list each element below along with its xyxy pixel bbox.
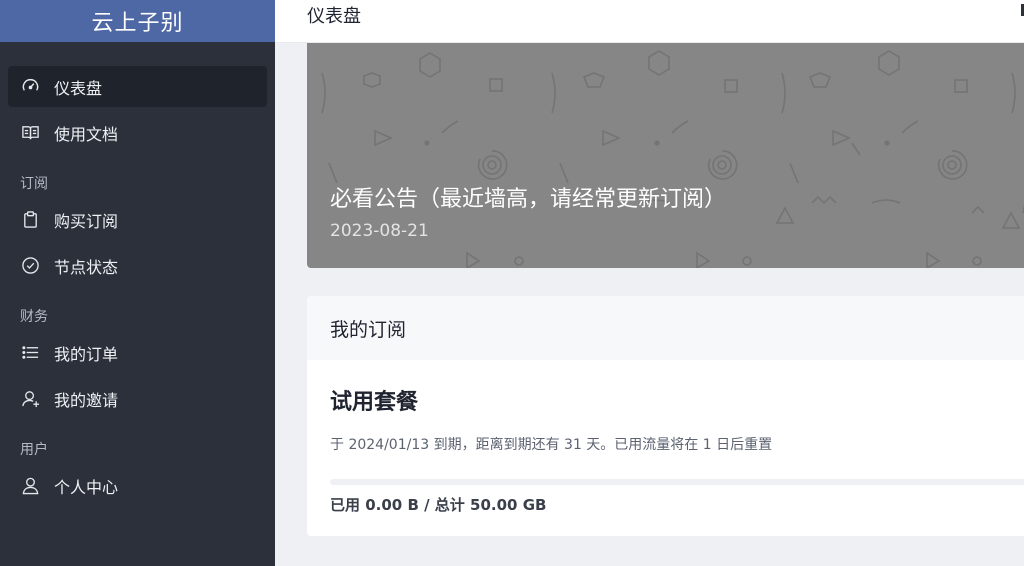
sidebar-item-label: 节点状态 [54,257,119,277]
sidebar-item-label: 我的邀请 [54,390,119,410]
sidebar-item-label: 个人中心 [54,477,119,497]
section-title-subscription: 订阅 [20,176,48,192]
page-title: 仪表盘 [307,6,361,27]
sidebar-item-my-orders[interactable]: 我的订单 [8,332,267,373]
sidebar-item-dashboard[interactable]: 仪表盘 [8,66,267,107]
book-icon [20,123,40,143]
user-icon [20,476,40,496]
section-title-finance: 财务 [20,309,48,325]
top-header: 仪表盘 [275,0,1024,43]
check-circle-icon [20,256,40,276]
sidebar-item-label: 购买订阅 [54,211,119,231]
usage-text: 已用 0.00 B / 总计 50.00 GB [330,496,547,514]
announcement-title: 必看公告（最近墙高，请经常更新订阅） [330,187,727,212]
sidebar-item-label: 我的订单 [54,344,119,364]
list-icon [20,343,40,363]
brand-logo[interactable]: 云上子别 [0,0,275,42]
sidebar-item-my-invites[interactable]: 我的邀请 [8,378,267,419]
section-title-user: 用户 [20,442,48,458]
announcement-card[interactable]: 必看公告（最近墙高，请经常更新订阅） 2023-08-21 [307,43,1024,268]
menu-icon[interactable] [1018,2,1024,18]
sidebar-item-buy-subscription[interactable]: 购买订阅 [8,199,267,240]
sidebar-item-label: 使用文档 [54,124,119,144]
sidebar-nav: 仪表盘 使用文档 订阅 购买订阅 节点状态 财务 我的订单 我的邀请 用户 个人… [0,50,275,506]
sidebar: 云上子别 仪表盘 使用文档 订阅 购买订阅 节点状态 财务 我的订单 我的邀请 … [0,0,275,566]
subscription-card-header: 我的订阅 [307,296,1024,360]
usage-progress-bar [330,479,1024,485]
dashboard-icon [20,77,40,97]
sidebar-item-docs[interactable]: 使用文档 [8,112,267,153]
announcement-date: 2023-08-21 [330,221,429,241]
plan-name: 试用套餐 [330,390,419,415]
expire-info: 于 2024/01/13 到期，距离到期还有 31 天。已用流量将在 1 日后重… [330,437,773,453]
clipboard-icon [20,210,40,230]
sidebar-item-label: 仪表盘 [54,78,103,98]
subscription-card: 我的订阅 试用套餐 于 2024/01/13 到期，距离到期还有 31 天。已用… [307,296,1024,536]
invite-user-icon [20,389,40,409]
sidebar-item-node-status[interactable]: 节点状态 [8,245,267,286]
sidebar-item-profile[interactable]: 个人中心 [8,465,267,506]
